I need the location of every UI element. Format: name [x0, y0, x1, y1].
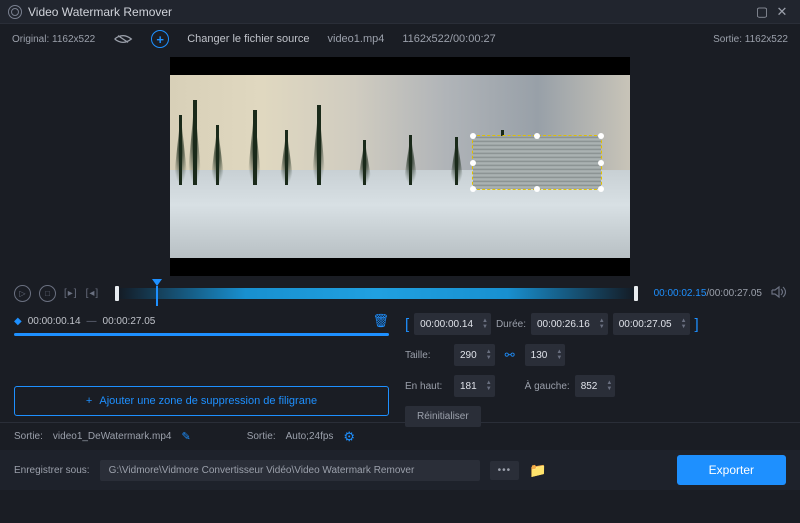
duration-label: Durée:: [496, 319, 526, 330]
minimize-button[interactable]: ▢: [752, 2, 772, 22]
height-input[interactable]: 130▲▼: [525, 344, 566, 366]
duration-input[interactable]: 00:00:26.16▲▼: [531, 313, 608, 335]
range-bar[interactable]: [14, 333, 389, 336]
volume-icon[interactable]: [770, 284, 786, 303]
plus-icon: +: [86, 395, 92, 407]
range-start: 00:00:00.14: [28, 316, 81, 327]
dims-time-label: 1162x522/00:00:27: [402, 33, 495, 45]
add-zone-button[interactable]: + Ajouter une zone de suppression de fil…: [14, 386, 389, 416]
top-input[interactable]: 181▲▼: [454, 375, 495, 397]
output-settings-bar: Sortie: video1_DeWatermark.mp4 ✎ Sortie:…: [0, 422, 800, 450]
start-time-input[interactable]: 00:00:00.14▲▼: [414, 313, 491, 335]
size-label: Taille:: [405, 350, 449, 361]
original-dims-label: Original: 1162x522: [12, 34, 95, 45]
resize-handle[interactable]: [598, 133, 604, 139]
resize-handle[interactable]: [598, 160, 604, 166]
resize-handle[interactable]: [470, 186, 476, 192]
output-format-label: Sortie:: [247, 431, 276, 442]
resize-handle[interactable]: [534, 186, 540, 192]
left-label: À gauche:: [525, 381, 570, 392]
watermark-selection[interactable]: [472, 135, 602, 190]
width-input[interactable]: 290▲▼: [454, 344, 495, 366]
change-source-label[interactable]: Changer le fichier source: [187, 33, 309, 45]
top-label: En haut:: [405, 381, 449, 392]
output-filename: video1_DeWatermark.mp4: [53, 431, 172, 442]
resize-handle[interactable]: [598, 186, 604, 192]
add-source-icon[interactable]: +: [151, 30, 169, 48]
bracket-left-icon[interactable]: [: [405, 316, 409, 333]
close-button[interactable]: ✕: [772, 2, 792, 22]
app-logo-icon: [8, 5, 22, 19]
browse-button[interactable]: •••: [490, 461, 520, 480]
open-folder-icon[interactable]: 📁: [529, 462, 546, 479]
resize-handle[interactable]: [470, 160, 476, 166]
window-title: Video Watermark Remover: [28, 5, 752, 19]
play-button[interactable]: ▷: [14, 285, 31, 302]
video-preview[interactable]: [0, 54, 800, 279]
delete-range-icon[interactable]: 🗑: [372, 313, 389, 329]
header-bar: Original: 1162x522 + Changer le fichier …: [0, 24, 800, 54]
settings-panel: ◆ 00:00:00.14 — 00:00:27.05 🗑 + Ajouter …: [0, 307, 800, 422]
format-settings-icon[interactable]: ⚙: [343, 429, 355, 445]
stop-button[interactable]: □: [39, 285, 56, 302]
link-aspect-icon[interactable]: ⚯: [500, 344, 520, 366]
mark-out-button[interactable]: [◂]: [86, 288, 100, 299]
range-end: 00:00:27.05: [103, 316, 156, 327]
bracket-right-icon[interactable]: ]: [695, 316, 699, 333]
save-as-label: Enregistrer sous:: [14, 465, 90, 476]
edit-filename-icon[interactable]: ✎: [181, 430, 190, 443]
filename-label: video1.mp4: [328, 33, 385, 45]
mark-in-button[interactable]: [▸]: [64, 288, 78, 299]
left-input[interactable]: 852▲▼: [575, 375, 616, 397]
playback-controls: ▷ □ [▸] [◂] 00:00:02.15/00:00:27.05: [0, 279, 800, 307]
visibility-toggle-icon[interactable]: [113, 32, 133, 46]
output-file-label: Sortie:: [14, 431, 43, 442]
range-tool-icon[interactable]: ◆: [14, 316, 22, 327]
output-format: Auto;24fps: [286, 431, 334, 442]
save-bar: Enregistrer sous: G:\Vidmore\Vidmore Con…: [0, 450, 800, 490]
end-time-input[interactable]: 00:00:27.05▲▼: [613, 313, 690, 335]
output-dims-label: Sortie: 1162x522: [713, 34, 788, 45]
timeline-scrubber[interactable]: [115, 288, 637, 299]
timecode: 00:00:02.15/00:00:27.05: [654, 288, 762, 299]
titlebar: Video Watermark Remover ▢ ✕: [0, 0, 800, 24]
export-button[interactable]: Exporter: [677, 455, 786, 485]
resize-handle[interactable]: [534, 133, 540, 139]
reset-button[interactable]: Réinitialiser: [405, 406, 481, 427]
save-path-field[interactable]: G:\Vidmore\Vidmore Convertisseur Vidéo\V…: [100, 460, 480, 481]
playhead-icon[interactable]: [152, 279, 162, 286]
resize-handle[interactable]: [470, 133, 476, 139]
